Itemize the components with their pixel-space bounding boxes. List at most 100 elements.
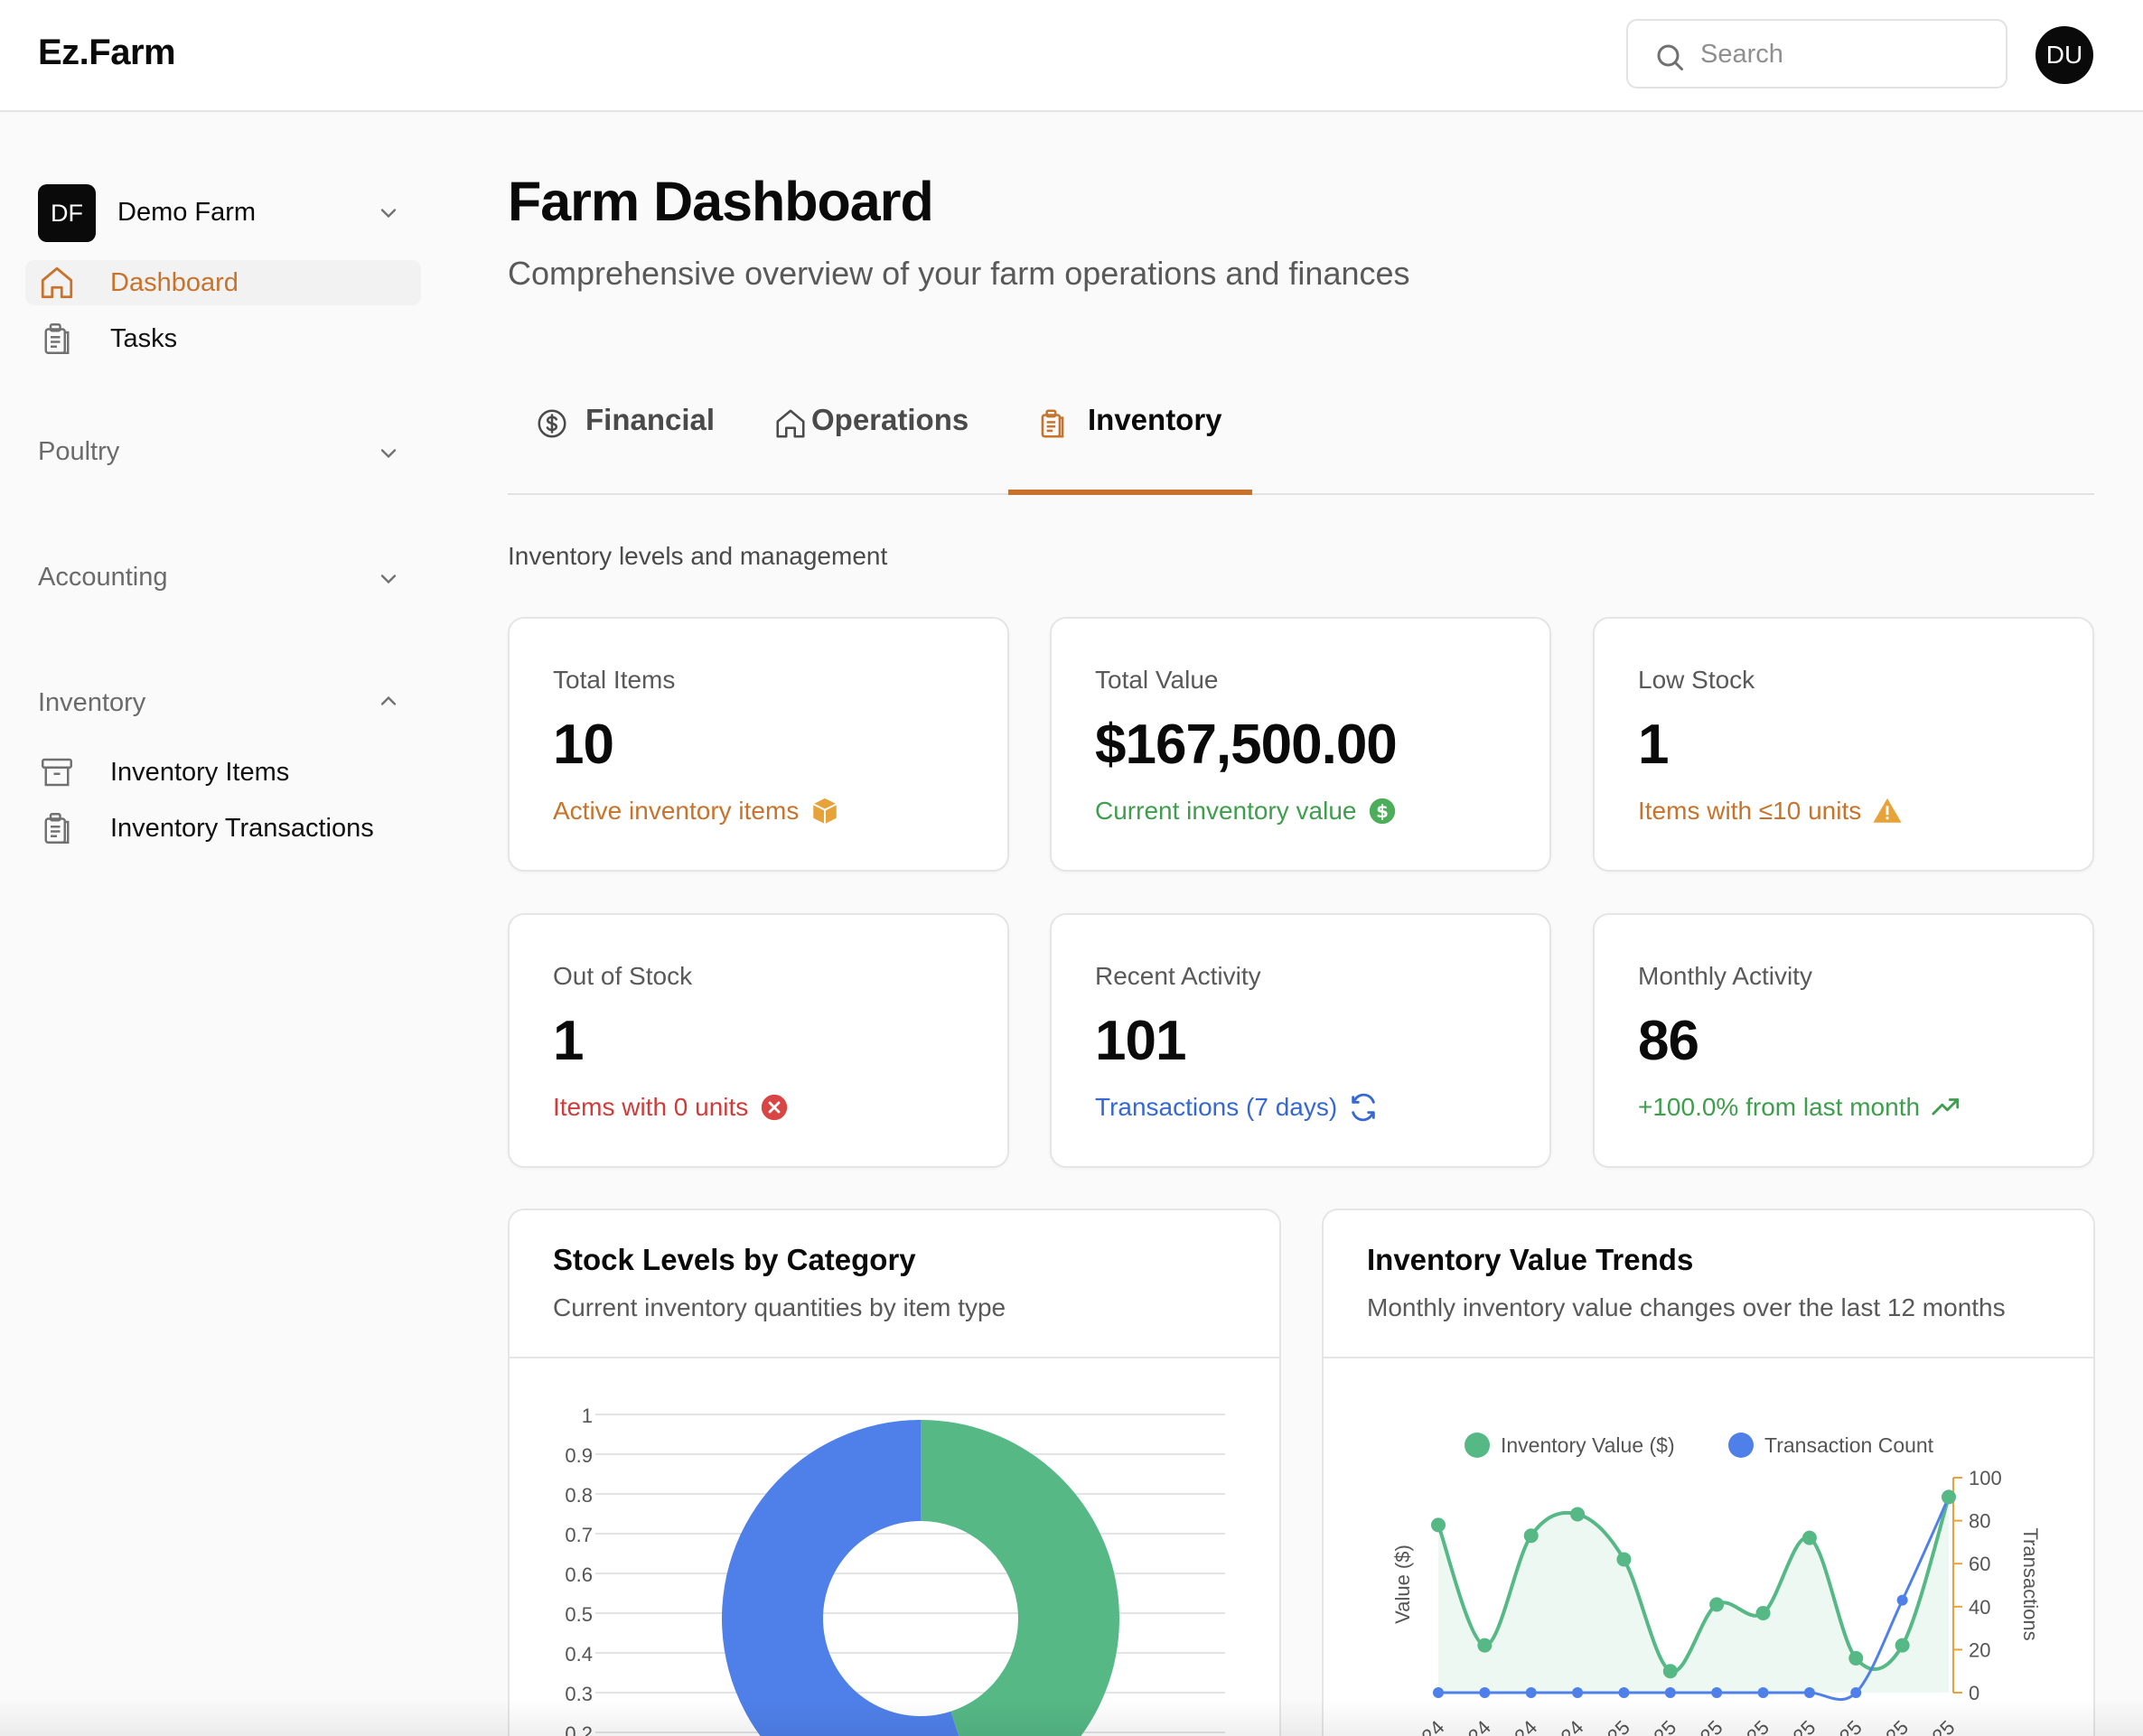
stat-card-low-stock: Low Stock 1 Items with ≤10 units: [1593, 617, 2094, 872]
page-title: Farm Dashboard: [508, 171, 934, 232]
y-tick-label: 1: [582, 1405, 593, 1427]
card-title: Low Stock: [1638, 666, 1755, 694]
transaction-point: [1803, 1687, 1815, 1698]
tab-financial[interactable]: Financial: [535, 388, 743, 495]
sidebar-section-label: Poultry: [38, 437, 120, 466]
x-tick-label: 25: [1742, 1716, 1773, 1736]
dollar-circle-icon: [538, 409, 566, 438]
card-note: Items with ≤10 units: [1638, 796, 1903, 826]
sidebar-section-inventory[interactable]: Inventory: [38, 685, 416, 721]
sidebar-item-inventory-items[interactable]: Inventory Items: [25, 750, 421, 795]
value-point: [1431, 1517, 1446, 1533]
x-tick-label: 24: [1557, 1716, 1588, 1736]
y-tick-label: 0.9: [565, 1444, 593, 1467]
value-point: [1895, 1638, 1910, 1653]
sidebar-item-tasks[interactable]: Tasks: [25, 316, 421, 361]
transaction-point: [1711, 1687, 1723, 1698]
chevron-down-icon: [380, 449, 397, 459]
page-subtitle: Comprehensive overview of your farm oper…: [508, 255, 1410, 292]
panel-subtitle: Monthly inventory value changes over the…: [1367, 1293, 2006, 1321]
y2-axis-label: Transactions: [2019, 1527, 2042, 1640]
section-caption: Inventory levels and management: [508, 542, 888, 570]
y2-tick-label: 0: [1969, 1682, 1979, 1704]
stat-card-total-value: Total Value $167,500.00 Current inventor…: [1050, 617, 1551, 872]
stat-card-total-items: Total Items 10 Active inventory items: [508, 617, 1009, 872]
transaction-point: [1896, 1594, 1908, 1606]
transaction-point: [1618, 1687, 1630, 1698]
stat-card-out-of-stock: Out of Stock 1 Items with 0 units: [508, 913, 1009, 1168]
sidebar-section-label: Inventory: [38, 688, 146, 717]
x-tick-label: 25: [1928, 1716, 1960, 1736]
value-point: [1523, 1528, 1539, 1544]
sidebar-item-label: Dashboard: [110, 268, 239, 297]
farm-name: Demo Farm: [117, 198, 257, 227]
y-tick-label: 0.8: [565, 1484, 593, 1507]
card-title: Recent Activity: [1095, 962, 1261, 990]
card-value: 1: [553, 1010, 584, 1072]
value-point: [1801, 1530, 1817, 1545]
home-icon: [41, 266, 73, 299]
y2-tick-label: 40: [1969, 1596, 1990, 1619]
panel-title: Stock Levels by Category: [553, 1243, 916, 1276]
y2-tick-label: 80: [1969, 1510, 1990, 1533]
y-tick-label: 0.3: [565, 1683, 593, 1705]
panel-title: Inventory Value Trends: [1367, 1243, 1694, 1276]
card-note-text: Active inventory items: [553, 797, 800, 825]
value-point: [1755, 1605, 1771, 1620]
x-tick-label: 24: [1510, 1716, 1541, 1736]
x-tick-label: 25: [1603, 1716, 1634, 1736]
clipboard-icon: [44, 813, 70, 844]
sidebar-section-poultry[interactable]: Poultry: [38, 434, 416, 470]
y2-tick-label: 100: [1969, 1467, 2002, 1489]
x-circle-icon: [762, 1094, 788, 1121]
x-tick-label: 25: [1788, 1716, 1820, 1736]
y-tick-label: 0.7: [565, 1524, 593, 1546]
y2-tick-label: 60: [1969, 1553, 1990, 1575]
refresh-icon: [1352, 1093, 1375, 1122]
tab-operations[interactable]: Operations: [770, 388, 1005, 495]
card-title: Monthly Activity: [1638, 962, 1812, 990]
card-value: 86: [1638, 1010, 1699, 1072]
farm-switcher[interactable]: DF Demo Farm: [38, 184, 416, 242]
value-point: [1942, 1489, 1956, 1505]
y-axis-label: Value ($): [1391, 1545, 1414, 1624]
card-note-text: Current inventory value: [1095, 797, 1357, 825]
archive-icon: [42, 758, 72, 787]
sidebar-item-dashboard[interactable]: Dashboard: [25, 260, 421, 305]
value-point: [1709, 1597, 1725, 1612]
chevron-down-icon: [380, 574, 397, 584]
x-tick-label: 25: [1649, 1716, 1680, 1736]
search-box[interactable]: [1626, 19, 2007, 89]
legend-marker: [1465, 1433, 1490, 1458]
tab-inventory[interactable]: Inventory: [1008, 388, 1252, 495]
transaction-point: [1572, 1687, 1584, 1698]
card-note-text: Items with 0 units: [553, 1093, 749, 1121]
search-icon: [1657, 44, 1683, 70]
sidebar-section-accounting[interactable]: Accounting: [38, 559, 416, 595]
brand-logo[interactable]: Ez.Farm: [38, 33, 176, 73]
home-icon: [776, 409, 805, 438]
donut-slice: [921, 1420, 1119, 1736]
tab-label: Inventory: [1088, 403, 1222, 436]
transaction-point: [1850, 1687, 1862, 1698]
user-avatar[interactable]: DU: [2035, 26, 2093, 84]
stock-levels-panel: Stock Levels by Category Current invento…: [508, 1209, 1281, 1736]
y-tick-label: 0.4: [565, 1643, 593, 1666]
y-tick-label: 0.5: [565, 1603, 593, 1626]
card-value: 10: [553, 714, 614, 776]
legend-label: Transaction Count: [1764, 1433, 1934, 1457]
card-title: Total Value: [1095, 666, 1219, 694]
panel-subtitle: Current inventory quantities by item typ…: [553, 1293, 1006, 1321]
transaction-point: [1757, 1687, 1769, 1698]
search-input[interactable]: [1700, 33, 1989, 75]
sidebar-item-label: Inventory Items: [110, 758, 290, 787]
dollar-circle-icon: $: [1370, 798, 1396, 825]
card-note: Items with 0 units: [553, 1092, 790, 1123]
sidebar-item-inventory-transactions[interactable]: Inventory Transactions: [25, 806, 421, 851]
value-point: [1848, 1650, 1864, 1666]
farm-avatar: DF: [38, 184, 96, 242]
stock-levels-chart: 1 0.9 0.8 0.7 0.6 0.5 0.4 0.3 0.2: [565, 1405, 1225, 1736]
trending-up-icon: [1932, 1098, 1960, 1115]
top-bar: Ez.Farm DU: [0, 0, 2143, 112]
transaction-point: [1433, 1687, 1444, 1698]
